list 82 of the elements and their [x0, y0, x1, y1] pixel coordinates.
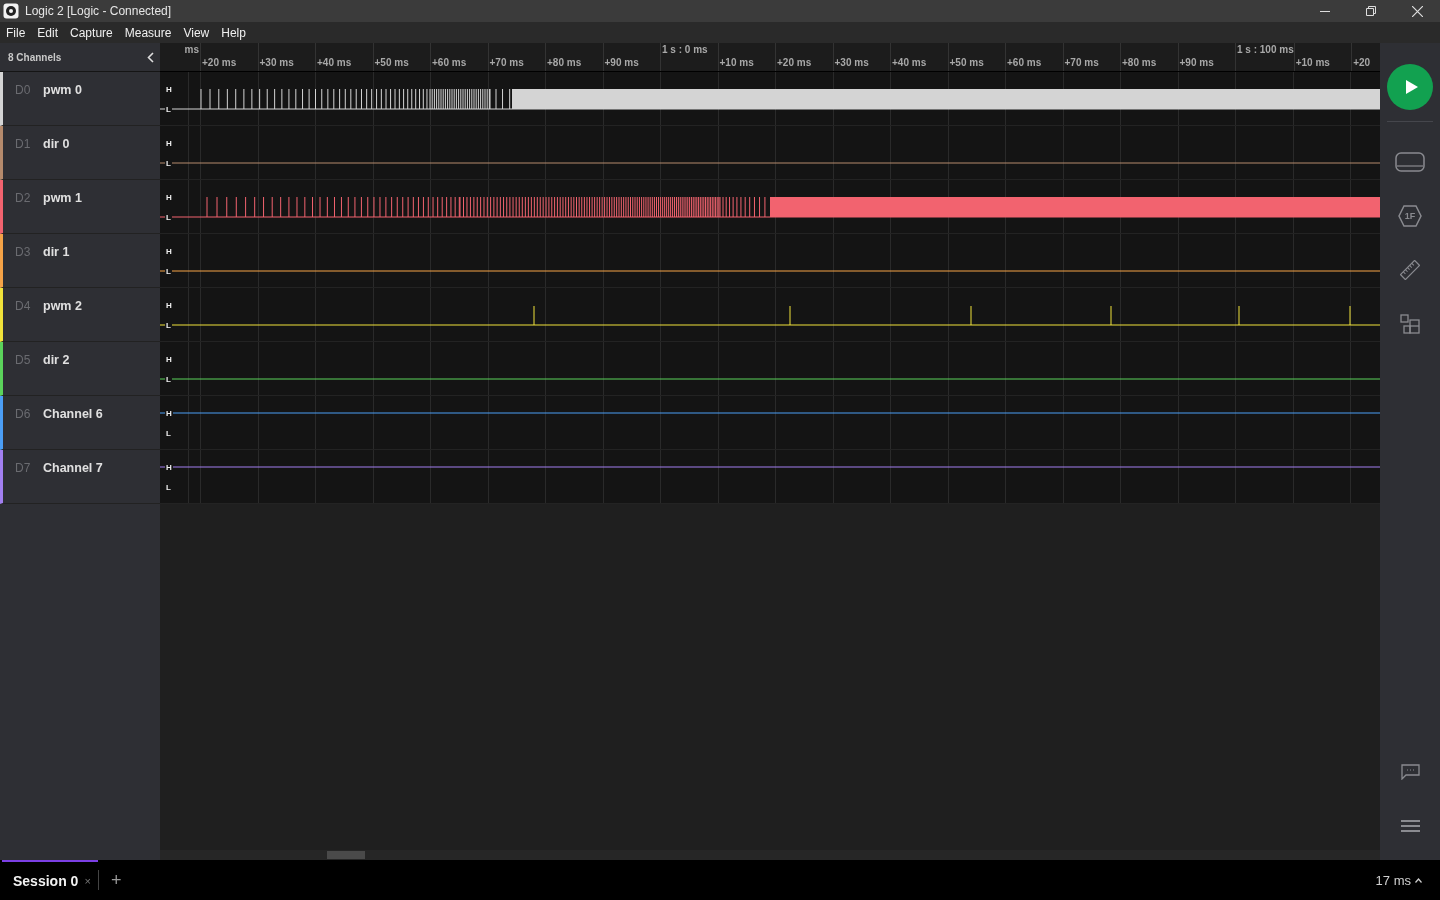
time-tick-label: +20	[1352, 57, 1372, 68]
channel-name: pwm 1	[43, 191, 82, 205]
time-tick-label: +80 ms	[1121, 57, 1158, 68]
time-tick-label: +90 ms	[1178, 57, 1215, 68]
low-level-label: L	[165, 375, 172, 384]
low-level-label: L	[165, 105, 172, 114]
add-session-button[interactable]: +	[101, 869, 132, 891]
low-level-label: L	[165, 483, 172, 492]
high-level-label: H	[165, 409, 173, 418]
menu-item[interactable]: Edit	[37, 25, 59, 40]
low-level-label: L	[165, 267, 172, 276]
high-level-label: H	[165, 355, 173, 364]
high-level-label: H	[165, 139, 173, 148]
time-tick-label: ms	[183, 44, 200, 55]
chat-bubble-icon	[1400, 764, 1420, 780]
time-tick-label: +50 ms	[373, 57, 410, 68]
device-icon	[1395, 152, 1425, 172]
app-logo-icon	[3, 3, 19, 19]
ruler-icon	[1400, 260, 1420, 280]
channel-id: D7	[15, 461, 31, 475]
close-icon	[1411, 5, 1423, 17]
caret-up-icon	[1415, 877, 1422, 883]
high-level-label: H	[165, 247, 173, 256]
low-level-label: L	[165, 213, 172, 222]
channel-name: pwm 2	[43, 299, 82, 313]
play-icon	[1405, 80, 1418, 94]
channel-id: D4	[15, 299, 31, 313]
channels-header: 8 Channels	[8, 51, 62, 63]
channel-id: D0	[15, 83, 31, 97]
low-level-label: L	[165, 159, 172, 168]
analyzers-button[interactable]: 1F	[1390, 196, 1430, 236]
menu-icon	[1400, 820, 1420, 832]
high-level-label: H	[165, 193, 173, 202]
low-level-label: L	[165, 429, 172, 438]
restore-icon	[1366, 6, 1376, 16]
time-tick-label: +60 ms	[431, 57, 468, 68]
time-tick-label: +30 ms	[258, 57, 295, 68]
channel-name: Channel 6	[43, 407, 103, 421]
channel-id: D3	[15, 245, 31, 259]
time-tick-label: +60 ms	[1006, 57, 1043, 68]
channel-name: dir 2	[43, 353, 70, 367]
time-tick-label: +80 ms	[546, 57, 583, 68]
channel-name: dir 1	[43, 245, 70, 259]
time-tick-label: +30 ms	[833, 57, 870, 68]
time-tick-label: +40 ms	[891, 57, 928, 68]
time-tick-label: +90 ms	[603, 57, 640, 68]
minimize-icon	[1320, 10, 1330, 12]
collapse-chevron-icon[interactable]	[147, 51, 154, 63]
major-time-label: 1 s : 100 ms	[1236, 44, 1294, 56]
start-capture-button[interactable]	[1387, 64, 1433, 110]
channel-name: Channel 7	[43, 461, 103, 475]
channel-id: D2	[15, 191, 31, 205]
channel-name: dir 0	[43, 137, 70, 151]
major-time-label: 1 s : 0 ms	[661, 44, 708, 56]
time-tick-label: +20 ms	[776, 57, 813, 68]
high-level-label: H	[165, 463, 173, 472]
menu-item[interactable]: File	[6, 25, 26, 40]
hexagon-icon	[1398, 205, 1422, 227]
horizontal-scrollbar[interactable]	[160, 850, 1380, 860]
squares-icon	[1400, 314, 1420, 334]
channel-id: D6	[15, 407, 31, 421]
scrollbar-thumb[interactable]	[327, 851, 365, 859]
channel-id: D1	[15, 137, 31, 151]
channel-id: D5	[15, 353, 31, 367]
time-tick-label: +70 ms	[1063, 57, 1100, 68]
menu-item[interactable]: Help	[221, 25, 246, 40]
high-level-label: H	[165, 301, 173, 310]
time-tick-label: +20 ms	[201, 57, 238, 68]
menu-item[interactable]: View	[183, 25, 210, 40]
channel-name: pwm 0	[43, 83, 82, 97]
zoom-level-button[interactable]: 17 ms	[1375, 872, 1422, 888]
time-tick-label: +10 ms	[718, 57, 755, 68]
close-tab-icon[interactable]: ×	[84, 875, 91, 887]
high-level-label: H	[165, 85, 173, 94]
time-tick-label: +10 ms	[1294, 57, 1331, 68]
time-tick-label: +50 ms	[948, 57, 985, 68]
low-level-label: L	[165, 321, 172, 330]
time-tick-label: +40 ms	[316, 57, 353, 68]
menu-item[interactable]: Capture	[70, 25, 113, 40]
time-tick-label: +70 ms	[488, 57, 525, 68]
window-title: Logic 2 [Logic - Connected]	[25, 4, 173, 18]
menu-item[interactable]: Measure	[124, 25, 172, 40]
